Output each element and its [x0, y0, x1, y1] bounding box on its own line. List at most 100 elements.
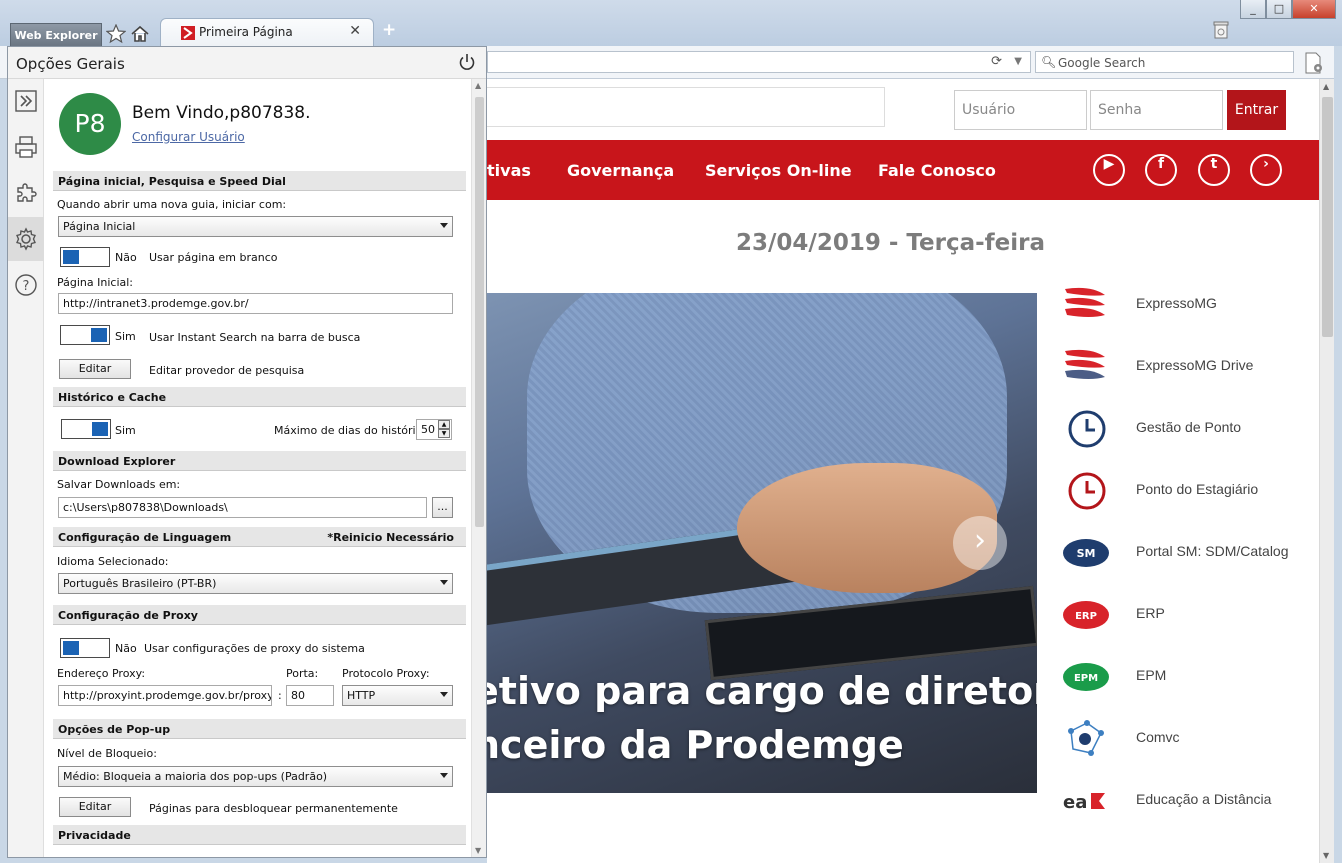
proxy-address-input[interactable]: http://proxyint.prodemge.gov.br/proxy.pa…: [58, 685, 272, 706]
page-scrollbar[interactable]: ▲ ▼: [1319, 79, 1334, 863]
address-dropdown-icon[interactable]: ▼: [1014, 56, 1022, 67]
avatar: P8: [59, 93, 121, 155]
general-options-panel: Opções Gerais ? P8 Bem Vindo,p807838. Co…: [7, 46, 487, 858]
expressomg-icon: [1065, 287, 1105, 317]
save-downloads-label: Salvar Downloads em:: [57, 478, 181, 491]
nav-item-alternativas[interactable]: tivas: [487, 161, 531, 180]
max-days-stepper[interactable]: 50 ▲ ▼: [416, 419, 452, 440]
expand-button[interactable]: [8, 79, 44, 123]
web-page: Usuário Senha Entrar tivas Governança Se…: [487, 79, 1319, 863]
search-input[interactable]: 🔍︎ Google Search: [1035, 51, 1294, 73]
link-comvc[interactable]: Comvc: [1059, 717, 1309, 757]
link-epm[interactable]: EPM EPM: [1059, 655, 1309, 695]
panel-header: Opções Gerais: [8, 47, 486, 79]
page-settings-icon[interactable]: [1302, 51, 1326, 75]
page-scroll-thumb[interactable]: [1322, 97, 1333, 337]
settings-button[interactable]: [8, 217, 44, 261]
ead-icon: ea: [1063, 792, 1105, 813]
username-field[interactable]: Usuário: [954, 90, 1087, 130]
link-portal-sm[interactable]: SM Portal SM: SDM/Catalog: [1059, 531, 1309, 571]
panel-scrollbar[interactable]: ▲ ▼: [471, 79, 486, 857]
extensions-icon: [17, 183, 37, 202]
maximize-button[interactable]: □: [1266, 0, 1292, 19]
link-ponto-estagiario[interactable]: Ponto do Estagiário: [1059, 469, 1309, 510]
svg-text:ea: ea: [1063, 792, 1087, 813]
tab-title: Primeira Página: [199, 25, 293, 39]
restart-note: *Reinicio Necessário: [327, 531, 454, 544]
print-icon: [15, 136, 37, 158]
close-window-button[interactable]: ✕: [1292, 0, 1336, 19]
password-field[interactable]: Senha: [1090, 90, 1223, 130]
proxy-port-input[interactable]: 80: [286, 685, 334, 706]
search-placeholder: Google Search: [1058, 56, 1146, 70]
history-toggle-state: Sim: [115, 424, 136, 437]
downloads-folder-input[interactable]: c:\Users\p807838\Downloads\: [58, 497, 427, 518]
panel-content: P8 Bem Vindo,p807838. Configurar Usuário…: [45, 79, 471, 857]
help-icon: ?: [15, 274, 37, 296]
proxy-protocol-select[interactable]: HTTP: [342, 685, 453, 706]
instant-search-toggle[interactable]: [60, 325, 110, 345]
section-proxy-header: Configuração de Proxy: [53, 605, 466, 625]
help-button[interactable]: ?: [8, 263, 44, 307]
hero-banner[interactable]: etivo para cargo de diretor nceiro da Pr…: [487, 293, 1037, 793]
link-erp[interactable]: ERP ERP: [1059, 593, 1309, 633]
stepper-down-icon[interactable]: ▼: [438, 429, 450, 438]
stepper-up-icon[interactable]: ▲: [438, 420, 450, 429]
link-gestao-ponto[interactable]: Gestão de Ponto: [1059, 407, 1309, 448]
extensions-button[interactable]: [8, 171, 44, 215]
facebook-icon[interactable]: f: [1145, 154, 1177, 186]
hero-headline-line1: etivo para cargo de diretor: [487, 669, 1037, 713]
nav-item-servicos[interactable]: Serviços On-line: [705, 161, 852, 180]
closed-tabs-bin-icon[interactable]: [1211, 20, 1231, 40]
new-tab-select[interactable]: Página Inicial: [58, 216, 453, 237]
edit-popup-pages-button[interactable]: Editar: [59, 797, 131, 817]
nav-item-governanca[interactable]: Governança: [567, 161, 674, 180]
edit-search-provider-label: Editar provedor de pesquisa: [149, 364, 305, 377]
login-button[interactable]: Entrar: [1227, 90, 1286, 130]
link-expressomg-drive[interactable]: ExpressoMG Drive: [1059, 345, 1309, 385]
chevron-down-icon: [440, 773, 448, 778]
svg-text:EPM: EPM: [1074, 673, 1098, 684]
expand-icon: [15, 90, 37, 112]
panel-title: Opções Gerais: [16, 55, 125, 73]
prodemge-icon[interactable]: ›: [1250, 154, 1282, 186]
home-icon[interactable]: [130, 24, 150, 44]
nav-item-fale-conosco[interactable]: Fale Conosco: [878, 161, 996, 180]
language-select[interactable]: Português Brasileiro (PT-BR): [58, 573, 453, 594]
power-icon[interactable]: [458, 53, 476, 71]
link-ead[interactable]: ea Educação a Distância: [1059, 779, 1309, 819]
proxy-port-label: Porta:: [286, 667, 319, 680]
tab-close-icon[interactable]: ✕: [349, 23, 361, 39]
browse-button[interactable]: ...: [432, 497, 453, 518]
configure-user-link[interactable]: Configurar Usuário: [132, 130, 245, 144]
carousel-next-icon[interactable]: ›: [953, 516, 1007, 570]
new-tab-label: Quando abrir uma nova guia, iniciar com:: [57, 198, 287, 211]
tab-primeira-pagina[interactable]: Primeira Página ✕: [160, 18, 374, 46]
youtube-icon[interactable]: ▶: [1093, 154, 1125, 186]
edit-search-provider-button[interactable]: Editar: [59, 359, 131, 379]
site-search-box[interactable]: [487, 87, 885, 127]
print-button[interactable]: [8, 125, 44, 169]
proxy-toggle[interactable]: [60, 638, 110, 658]
new-tab-icon[interactable]: +: [382, 20, 396, 40]
comvc-icon: [1068, 720, 1104, 756]
link-expressomg[interactable]: ExpressoMG: [1059, 283, 1309, 323]
refresh-icon[interactable]: ⟳: [991, 54, 1002, 69]
minimize-button[interactable]: _: [1240, 0, 1266, 19]
app-label[interactable]: Web Explorer: [10, 23, 102, 46]
panel-scroll-thumb[interactable]: [475, 97, 484, 527]
home-page-input[interactable]: http://intranet3.prodemge.gov.br/: [58, 293, 453, 314]
date-heading: 23/04/2019 - Terça-feira: [736, 230, 1046, 256]
panel-iconbar: ?: [8, 79, 44, 857]
instant-toggle-state: Sim: [115, 330, 136, 343]
hero-headline-line2: nceiro da Prodemge: [487, 723, 904, 767]
blank-page-toggle[interactable]: [60, 247, 110, 267]
address-bar[interactable]: ⟳ ▼: [487, 51, 1031, 73]
favorites-star-icon[interactable]: [106, 24, 126, 44]
chevron-down-icon: [440, 580, 448, 585]
title-bar: Web Explorer Primeira Página ✕ + _ □ ✕: [0, 0, 1342, 46]
popup-level-select[interactable]: Médio: Bloqueia a maioria dos pop-ups (P…: [58, 766, 453, 787]
history-toggle[interactable]: [61, 419, 111, 439]
twitter-icon[interactable]: t: [1198, 154, 1230, 186]
settings-icon: [16, 227, 36, 251]
